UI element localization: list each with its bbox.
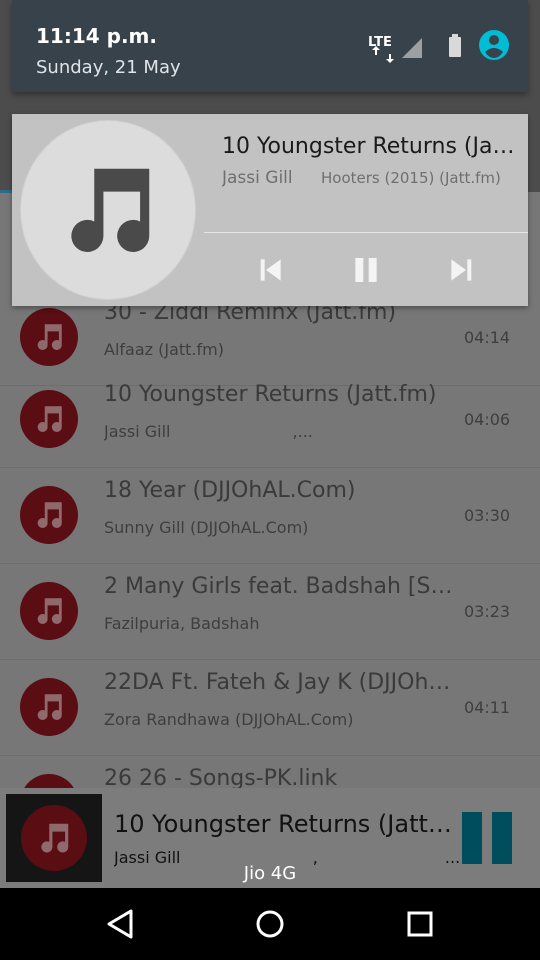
notification-album: Hooters (2015) (Jatt.fm) [321, 169, 501, 187]
signal-icon [402, 38, 422, 58]
clock: 11:14 p.m. [36, 24, 157, 48]
notification-title: 10 Youngster Returns (Jatt.fm) [222, 134, 518, 159]
song-art-icon [20, 486, 78, 544]
song-art-icon [20, 582, 78, 640]
back-button[interactable] [103, 906, 139, 942]
account-icon[interactable] [479, 30, 509, 60]
home-button[interactable] [252, 906, 288, 942]
song-artist: Jassi Gill ,... [104, 422, 313, 441]
recents-icon [407, 911, 433, 937]
song-duration: 04:06 [464, 410, 511, 429]
song-artist: Alfaaz (Jatt.fm) [104, 340, 224, 359]
song-duration: 03:30 [464, 506, 511, 525]
song-art-icon [20, 308, 78, 366]
song-row[interactable]: 22DA Ft. Fateh & Jay K (DJJOhAL.Com) Zor… [0, 660, 540, 756]
svg-text:LTE: LTE [368, 35, 392, 50]
date[interactable]: Sunday, 21 May [36, 57, 181, 78]
song-duration: 04:14 [464, 328, 511, 347]
tab-indicator [0, 190, 12, 193]
notification-shade-header[interactable]: 11:14 p.m. Sunday, 21 May LTE [12, 0, 528, 92]
skip-previous-icon [260, 259, 281, 281]
notification-artist: Jassi Gill [222, 168, 293, 188]
album-art [20, 120, 196, 300]
system-icons: LTE [368, 30, 518, 64]
skip-next-icon [451, 259, 472, 281]
media-notification[interactable]: 10 Youngster Returns (Jatt.fm) Jassi Gil… [12, 114, 528, 306]
home-icon [256, 910, 284, 938]
song-title: 10 Youngster Returns (Jatt.fm) [104, 382, 437, 407]
song-art-icon [20, 390, 78, 448]
now-playing-title: 10 Youngster Returns (Jatt.fm) [114, 810, 459, 838]
song-title: 2 Many Girls feat. Badshah [Songs.PK] [104, 574, 454, 599]
song-artist: Sunny Gill (DJJOhAL.Com) [104, 518, 309, 537]
carrier-label: Jio 4G [243, 863, 297, 884]
pause-button[interactable] [462, 812, 514, 864]
song-title: 18 Year (DJJOhAL.Com) [104, 478, 356, 503]
battery-icon [449, 34, 461, 57]
song-duration: 03:23 [464, 602, 511, 621]
recents-button[interactable] [402, 906, 438, 942]
divider [204, 232, 528, 233]
next-button[interactable] [446, 254, 478, 286]
navigation-bar [0, 888, 540, 960]
song-art-icon [20, 678, 78, 736]
song-row[interactable]: 18 Year (DJJOhAL.Com) Sunny Gill (DJJOhA… [0, 468, 540, 564]
music-note-icon [71, 168, 150, 252]
song-artist: Zora Randhawa (DJJOhAL.Com) [104, 710, 354, 729]
previous-button[interactable] [254, 254, 286, 286]
lte-icon: LTE [368, 35, 394, 63]
song-duration: 04:11 [464, 698, 511, 717]
pause-button[interactable] [350, 254, 382, 286]
song-artist: Fazilpuria, Badshah [104, 614, 260, 633]
song-row[interactable]: 10 Youngster Returns (Jatt.fm) Jassi Gil… [0, 372, 540, 468]
back-icon [107, 909, 133, 939]
music-note-icon [21, 805, 87, 871]
pause-icon [355, 258, 377, 282]
song-row[interactable]: 2 Many Girls feat. Badshah [Songs.PK] Fa… [0, 564, 540, 660]
song-title: 22DA Ft. Fateh & Jay K (DJJOhAL.Com) [104, 670, 454, 695]
